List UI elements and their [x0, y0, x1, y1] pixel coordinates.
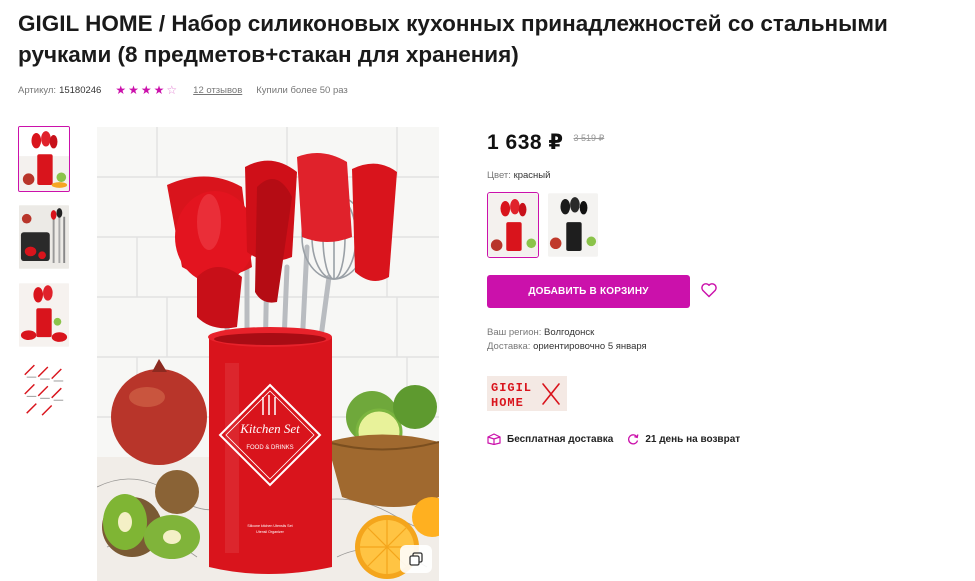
- brand-line-1: GIGIL: [491, 381, 532, 395]
- utensils-laid-out-thumb: [19, 205, 69, 269]
- thumbnail-2[interactable]: [18, 204, 70, 270]
- utensil-set-red-alt-thumb: [19, 283, 69, 347]
- sku-label: Артикул:: [18, 84, 57, 96]
- thumbnail-4[interactable]: [18, 360, 70, 426]
- utensil-set-red-thumb: [19, 127, 69, 191]
- current-price: 1 638 ₽: [487, 130, 564, 155]
- favorite-button[interactable]: [700, 282, 720, 300]
- star-icon: ★: [140, 83, 152, 97]
- zoom-button[interactable]: [400, 545, 432, 573]
- returns-text: 21 день на возврат: [645, 433, 741, 445]
- delivery-info: Доставка: ориентировочно 5 января: [487, 341, 647, 352]
- price-value: 1 638: [487, 131, 549, 154]
- color-label: Цвет: красный: [487, 170, 550, 181]
- region-info: Ваш регион: Волгодонск: [487, 327, 594, 338]
- jar-title-text: Kitchen Set: [239, 421, 300, 436]
- thumbnail-3[interactable]: [18, 282, 70, 348]
- sku-value: 15180246: [59, 84, 102, 96]
- utensil-set-red-swatch: [488, 193, 538, 257]
- jar-small-text-2: Utensil Organizer: [256, 530, 285, 534]
- color-swatches: [487, 192, 607, 258]
- brand-line-2: HOME: [491, 396, 524, 410]
- star-icon: ★: [115, 83, 127, 97]
- bought-count: Купили более 50 раз: [256, 84, 348, 96]
- refresh-icon: [628, 434, 639, 445]
- star-icon: ★: [153, 83, 165, 97]
- main-product-image[interactable]: Kitchen Set FOOD & DRINKS Silicone kitch…: [97, 127, 439, 581]
- thumbnail-1[interactable]: [18, 126, 70, 192]
- region-value: Волгодонск: [544, 327, 595, 338]
- add-to-cart-button[interactable]: ДОБАВИТЬ В КОРЗИНУ: [487, 275, 690, 308]
- currency-symbol: ₽: [548, 131, 564, 154]
- utensil-diagram-thumb: [19, 361, 69, 425]
- swatch-red[interactable]: [487, 192, 539, 258]
- brand-logo[interactable]: GIGIL HOME: [487, 376, 567, 411]
- swatch-black[interactable]: [547, 192, 599, 258]
- jar-subtitle-text: FOOD & DRINKS: [246, 445, 293, 451]
- product-title: GIGIL HOME / Набор силиконовых кухонных …: [18, 11, 888, 67]
- star-outline-icon: ☆: [166, 83, 178, 97]
- delivery-label: Доставка:: [487, 341, 531, 352]
- region-label: Ваш регион:: [487, 327, 542, 338]
- box-icon: [487, 433, 501, 445]
- product-meta-row: Артикул: 15180246 ★ ★ ★ ★ ☆ 12 отзывов К…: [18, 82, 348, 98]
- color-value: красный: [513, 170, 551, 181]
- rating-stars[interactable]: ★ ★ ★ ★ ☆: [115, 84, 179, 96]
- star-icon: ★: [128, 83, 139, 97]
- heart-icon: [701, 283, 717, 298]
- brand-logo-image: GIGIL HOME: [487, 376, 567, 411]
- reviews-link[interactable]: 12 отзывов: [193, 85, 242, 96]
- thumbnail-list: [18, 126, 70, 438]
- product-photo: Kitchen Set FOOD & DRINKS Silicone kitch…: [97, 127, 439, 581]
- free-delivery-perk: Бесплатная доставка: [487, 433, 613, 445]
- returns-perk: 21 день на возврат: [627, 433, 740, 445]
- jar-small-text-1: Silicone kitchen Utensils Set: [247, 524, 292, 528]
- color-label-text: Цвет:: [487, 170, 511, 181]
- zoom-icon: [409, 552, 423, 566]
- delivery-value: ориентировочно 5 января: [533, 341, 647, 352]
- perks-row: Бесплатная доставка 21 день на возврат: [487, 433, 754, 445]
- free-delivery-text: Бесплатная доставка: [507, 433, 614, 445]
- price-block: 1 638 ₽ 3 519 ₽: [487, 130, 604, 155]
- old-price: 3 519 ₽: [573, 133, 605, 143]
- utensil-set-black-swatch: [548, 193, 598, 257]
